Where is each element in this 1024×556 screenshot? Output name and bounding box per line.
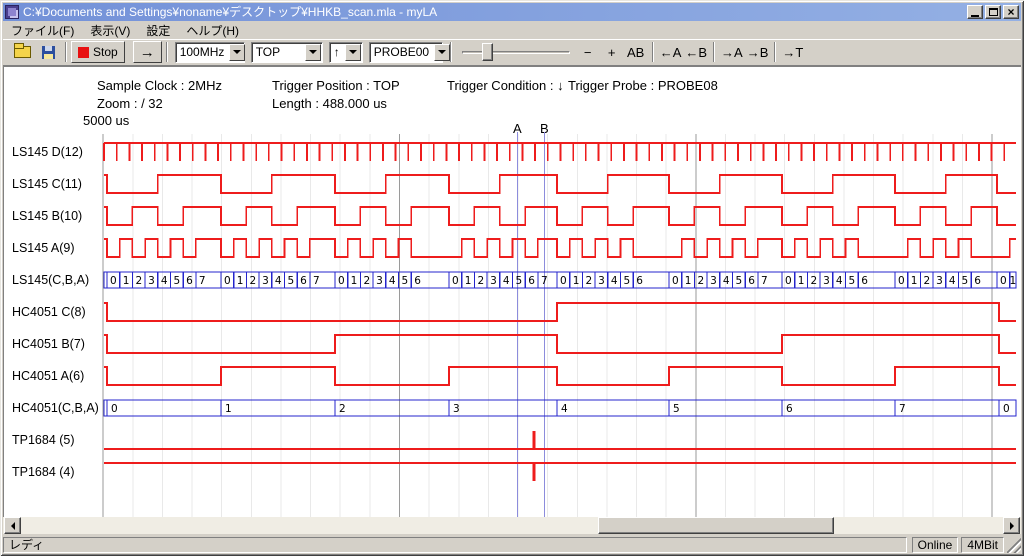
status-memory: 4MBit	[961, 537, 1004, 553]
marker-b-label[interactable]: B	[540, 121, 549, 136]
run-button[interactable]: →	[133, 41, 162, 63]
scroll-left-button[interactable]	[4, 517, 21, 534]
trigger-edge-value: ↑	[330, 45, 344, 59]
trigger-edge-dropdown-button[interactable]	[345, 44, 361, 61]
channel-label-ls145-c[interactable]: LS145 C(11)	[12, 177, 82, 191]
chevron-down-icon	[309, 50, 317, 54]
minimize-button[interactable]	[967, 5, 983, 19]
time-scale-label: 5000 us	[83, 113, 129, 128]
open-folder-icon	[14, 46, 31, 58]
channel-label-ls145-b[interactable]: LS145 B(10)	[12, 209, 82, 223]
trigger-probe-value: PROBE00	[370, 45, 433, 59]
resize-grip[interactable]	[1007, 537, 1021, 553]
goto-marker-b-button[interactable]: ←B	[683, 41, 709, 63]
waveform-client-area: Sample Clock : 2MHz Trigger Position : T…	[3, 66, 1021, 517]
open-button[interactable]	[9, 41, 35, 63]
toolbar-separator	[774, 42, 776, 62]
horizontal-scrollbar[interactable]	[3, 517, 1021, 534]
run-arrow-icon: →	[140, 44, 155, 61]
set-marker-b-button[interactable]: →B	[745, 41, 771, 63]
channel-label-hc4051-bus[interactable]: HC4051(C,B,A)	[12, 401, 99, 415]
trigger-edge-combo[interactable]: ↑	[329, 42, 363, 63]
zoom-slider-track[interactable]	[462, 51, 570, 54]
maximize-icon	[989, 8, 998, 16]
maximize-button[interactable]	[985, 5, 1001, 19]
channel-label-hc4051-c[interactable]: HC4051 C(8)	[12, 305, 86, 319]
toolbar-separator	[166, 42, 168, 62]
toolbar-separator	[713, 42, 715, 62]
chevron-down-icon	[438, 50, 446, 54]
trigger-position-text: Trigger Position : TOP	[272, 78, 400, 93]
menu-file[interactable]: ファイル(F)	[3, 20, 82, 41]
channel-label-tp1684-5[interactable]: TP1684 (5)	[12, 433, 75, 447]
channel-label-ls145-a[interactable]: LS145 A(9)	[12, 241, 75, 255]
trigger-position-value: TOP	[252, 45, 304, 59]
zoom-ab-button[interactable]: AB	[624, 41, 648, 63]
channel-label-ls145-bus[interactable]: LS145(C,B,A)	[12, 273, 89, 287]
minimize-icon	[971, 15, 979, 17]
trigger-probe-combo[interactable]: PROBE00	[369, 42, 443, 63]
arrow-left-icon	[11, 522, 15, 530]
menu-help[interactable]: ヘルプ(H)	[178, 20, 247, 41]
stop-label: Stop	[93, 45, 118, 59]
scrollbar-thumb[interactable]	[598, 517, 834, 534]
channel-label-hc4051-a[interactable]: HC4051 A(6)	[12, 369, 84, 383]
save-button[interactable]	[35, 41, 61, 63]
marker-a-label[interactable]: A	[513, 121, 522, 136]
scroll-right-button[interactable]	[1003, 517, 1020, 534]
set-marker-a-button[interactable]: →A	[719, 41, 745, 63]
chevron-down-icon	[349, 50, 357, 54]
app-window: C:¥Documents and Settings¥noname¥デスクトップ¥…	[0, 0, 1024, 556]
zoom-slider[interactable]	[462, 41, 570, 63]
title-bar[interactable]: C:¥Documents and Settings¥noname¥デスクトップ¥…	[3, 3, 1021, 21]
goto-marker-a-button[interactable]: ←A	[658, 41, 684, 63]
toolbar-separator	[450, 42, 452, 62]
trigger-probe-text: Trigger Probe : PROBE08	[568, 78, 718, 93]
trigger-condition-text: Trigger Condition : ↓	[447, 78, 564, 93]
save-floppy-icon	[42, 46, 55, 59]
menu-bar: ファイル(F) 表示(V) 設定 ヘルプ(H)	[3, 21, 1021, 39]
close-icon: ×	[1007, 7, 1014, 17]
zoom-text: Zoom : / 32	[97, 96, 163, 111]
zoom-in-button[interactable]: +	[600, 41, 624, 63]
sample-clock-text: Sample Clock : 2MHz	[97, 78, 222, 93]
status-online: Online	[912, 537, 959, 553]
app-icon	[5, 5, 19, 19]
channel-label-hc4051-b[interactable]: HC4051 B(7)	[12, 337, 85, 351]
close-button[interactable]: ×	[1003, 5, 1019, 19]
toolbar-separator	[65, 42, 67, 62]
goto-trigger-button[interactable]: →T	[780, 41, 805, 63]
channel-label-ls145-d[interactable]: LS145 D(12)	[12, 145, 83, 159]
channel-label-tp1684-4[interactable]: TP1684 (4)	[12, 465, 75, 479]
chevron-down-icon	[233, 50, 241, 54]
zoom-slider-handle[interactable]	[482, 43, 493, 61]
stop-icon	[78, 47, 89, 58]
status-message: レディ	[3, 537, 907, 553]
zoom-out-button[interactable]: −	[576, 41, 600, 63]
menu-view[interactable]: 表示(V)	[82, 20, 138, 41]
status-bar: レディ Online 4MBit	[3, 535, 1021, 553]
sample-rate-dropdown-button[interactable]	[229, 44, 245, 61]
trigger-position-dropdown-button[interactable]	[305, 44, 321, 61]
sample-rate-combo[interactable]: 100MHz	[175, 42, 245, 63]
trigger-probe-dropdown-button[interactable]	[434, 44, 450, 61]
length-text: Length : 488.000 us	[272, 96, 387, 111]
toolbar-separator	[652, 42, 654, 62]
window-title: C:¥Documents and Settings¥noname¥デスクトップ¥…	[23, 3, 967, 21]
stop-button[interactable]: Stop	[71, 41, 125, 63]
sample-rate-value: 100MHz	[176, 45, 229, 59]
menu-settings[interactable]: 設定	[138, 20, 178, 41]
tool-bar: Stop → 100MHz TOP ↑ PROBE00 − + AB ←A	[3, 39, 1021, 66]
arrow-right-icon	[1010, 522, 1014, 530]
window-controls: ×	[967, 5, 1019, 19]
trigger-position-combo[interactable]: TOP	[251, 42, 323, 63]
